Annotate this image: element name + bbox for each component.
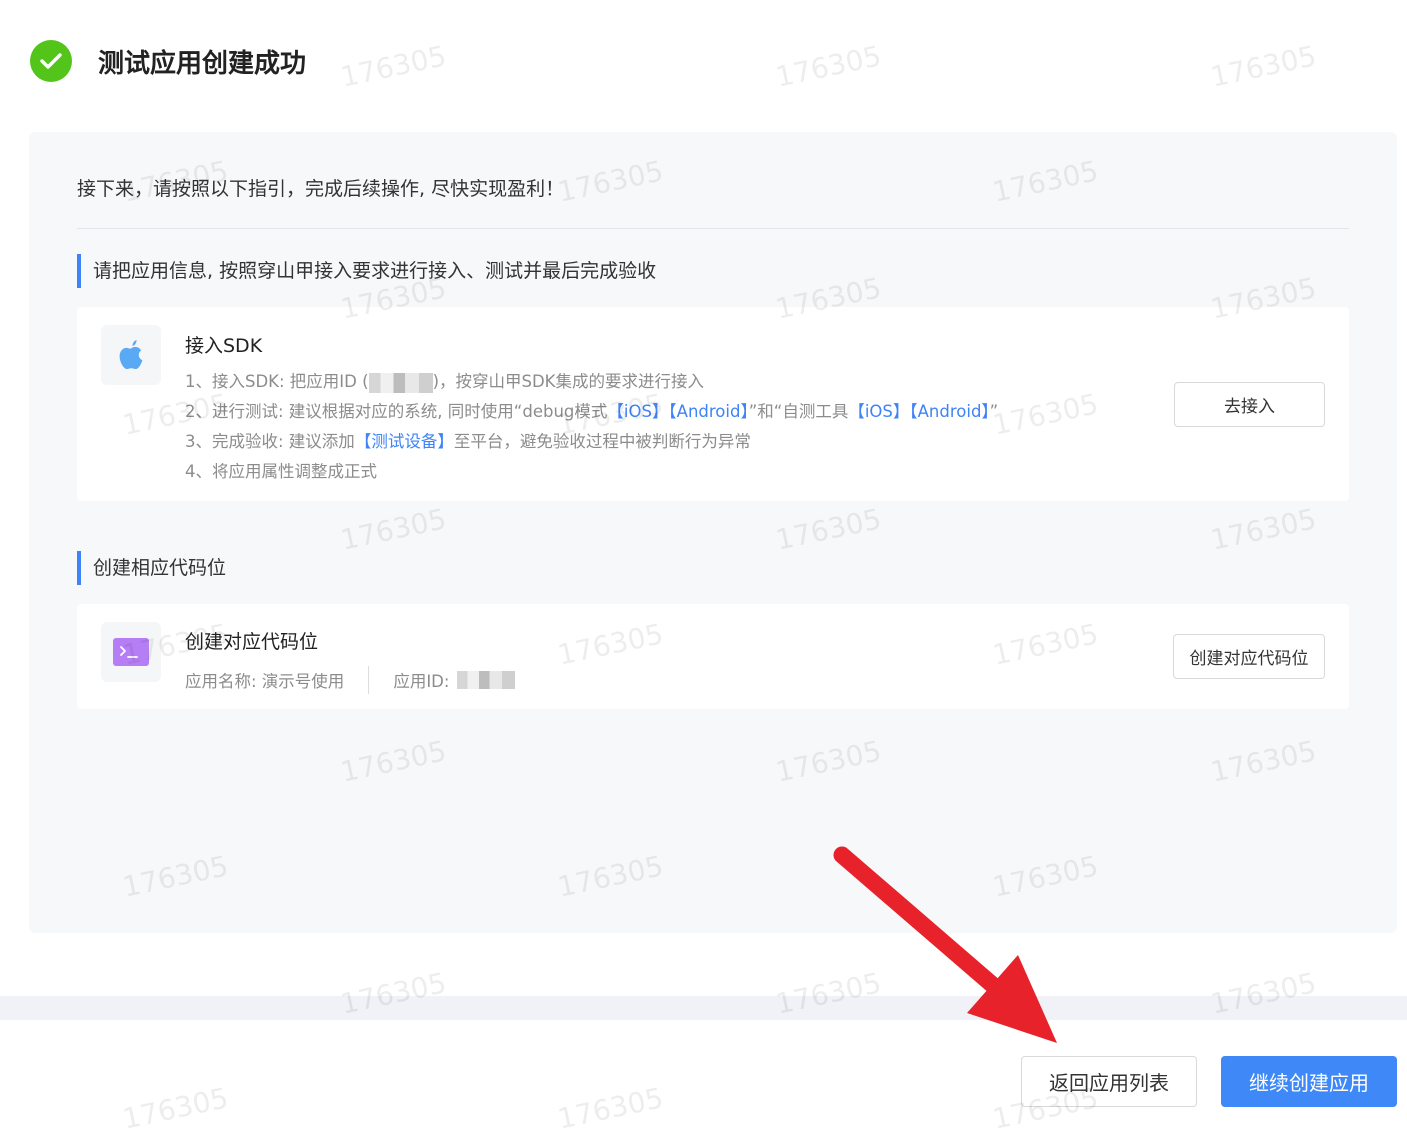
section-heading-ad-slot: 创建相应代码位 [77, 551, 226, 585]
app-id-label: 应用ID: [393, 672, 450, 691]
connect-button[interactable]: 去接入 [1174, 382, 1325, 427]
apple-icon [101, 325, 161, 385]
app-meta: 应用名称: 演示号使用 应用ID: [185, 666, 516, 694]
watermark: 176305 [554, 1081, 667, 1131]
check-circle-icon [30, 40, 72, 82]
sdk-steps: 1、接入SDK: 把应用ID ()，按穿山甲SDK集成的要求进行接入 2、进行测… [185, 367, 998, 487]
debug-android-link[interactable]: 【Android】 [668, 402, 748, 421]
continue-create-app-button[interactable]: 继续创建应用 [1221, 1056, 1397, 1107]
debug-ios-link[interactable]: 【iOS】 [607, 402, 668, 421]
ad-slot-card-title: 创建对应代码位 [185, 631, 319, 653]
section-heading-integrate: 请把应用信息, 按照穿山甲接入要求进行接入、测试并最后完成验收 [77, 254, 656, 288]
ad-slot-card: 创建对应代码位 应用名称: 演示号使用 应用ID: 创建对应代码位 [77, 604, 1349, 709]
sdk-card-title: 接入SDK [185, 335, 263, 357]
create-ad-slot-button[interactable]: 创建对应代码位 [1173, 634, 1325, 679]
watermark: 176305 [337, 39, 450, 94]
divider [77, 228, 1349, 229]
redacted-app-id [368, 372, 433, 393]
selftest-ios-link[interactable]: 【iOS】 [848, 402, 909, 421]
guide-panel: 接下来，请按照以下指引，完成后续操作, 尽快实现盈利！ 请把应用信息, 按照穿山… [29, 132, 1397, 933]
redacted-app-id-2 [457, 671, 516, 689]
watermark: 176305 [1207, 39, 1320, 94]
watermark: 176305 [772, 39, 885, 94]
page-title: 测试应用创建成功 [98, 48, 307, 79]
back-to-app-list-button[interactable]: 返回应用列表 [1021, 1056, 1197, 1107]
terminal-icon [101, 622, 161, 682]
footer-divider [0, 996, 1407, 1020]
step-4: 4、将应用属性调整成正式 [185, 462, 377, 481]
success-header: 测试应用创建成功 [30, 38, 306, 84]
sdk-card: 接入SDK 1、接入SDK: 把应用ID ()，按穿山甲SDK集成的要求进行接入… [77, 307, 1349, 501]
step-1: 1、接入SDK: 把应用ID ()，按穿山甲SDK集成的要求进行接入 [185, 372, 704, 393]
test-device-link[interactable]: 【测试设备】 [355, 432, 454, 451]
step-2: 2、进行测试: 建议根据对应的系统, 同时使用“debug模式【iOS】【And… [185, 402, 999, 421]
selftest-android-link[interactable]: 【Android】 [909, 402, 989, 421]
app-name: 应用名称: 演示号使用 [185, 672, 345, 691]
meta-divider [368, 666, 370, 694]
step-3: 3、完成验收: 建议添加【测试设备】至平台，避免验收过程中被判断行为异常 [185, 432, 751, 451]
intro-text: 接下来，请按照以下指引，完成后续操作, 尽快实现盈利！ [77, 178, 565, 200]
watermark: 176305 [119, 1081, 232, 1131]
